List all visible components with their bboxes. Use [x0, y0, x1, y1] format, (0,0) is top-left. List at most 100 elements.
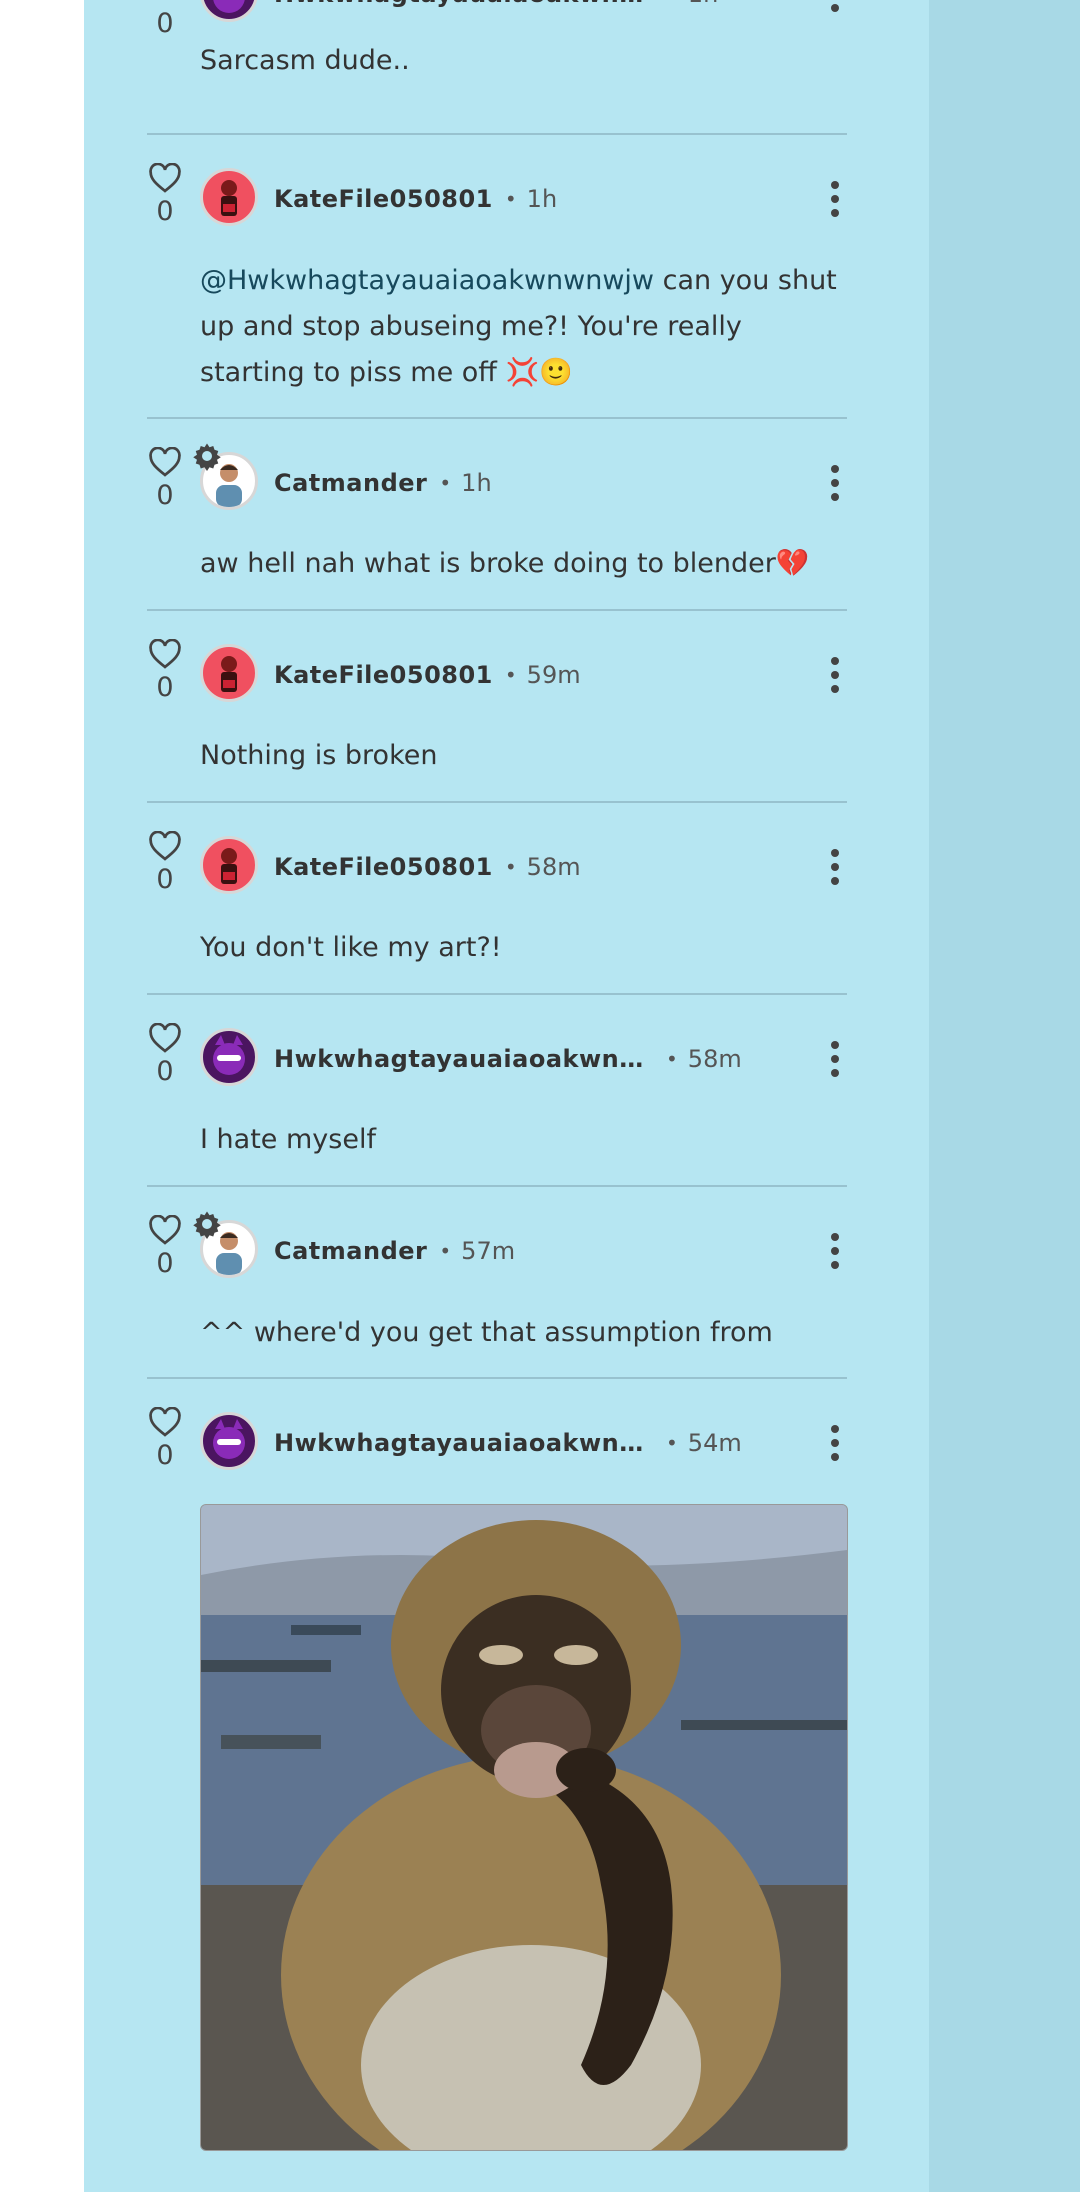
comment-item: 0 Catmander • 1h aw hell nah what is bro…	[147, 443, 847, 607]
divider	[147, 1377, 847, 1379]
like-count: 0	[156, 480, 174, 511]
comment-text: @Hwkwhagtayauaiaoakwnwnwjw can you shut …	[200, 258, 847, 396]
separator-dot: •	[439, 1239, 452, 1263]
comment-meta: Hwkwhagtayauaiaoakwnwnwjw • 1h	[274, 0, 718, 14]
separator-dot: •	[666, 1047, 678, 1071]
timestamp: 54m	[687, 1429, 742, 1457]
timestamp: 58m	[687, 1045, 742, 1073]
comment-meta: Hwkwhagtayauaiaoakwnwnwjw • 58m	[274, 1039, 742, 1079]
mention-link[interactable]: @Hwkwhagtayauaiaoakwnwnwjw	[200, 265, 654, 296]
comment-text: Sarcasm dude..	[200, 45, 410, 76]
more-vertical-icon	[831, 657, 839, 665]
timestamp: 1h	[688, 0, 718, 8]
avatar[interactable]	[200, 1028, 258, 1086]
heart-outline-icon	[149, 1023, 181, 1053]
username[interactable]: KateFile050801	[274, 853, 493, 881]
comment-text: Nothing is broken	[200, 740, 438, 771]
timestamp: 59m	[526, 661, 581, 689]
avatar[interactable]	[200, 1412, 258, 1470]
like-count: 0	[156, 1056, 174, 1087]
comment-item: 0 KateFile050801 • 58m You don't like my…	[147, 831, 847, 991]
timestamp: 1h	[526, 185, 558, 213]
avatar[interactable]	[200, 644, 258, 702]
gear-badge-icon	[193, 443, 221, 471]
username[interactable]: Hwkwhagtayauaiaoakwnwnwjw	[274, 1045, 654, 1073]
right-panel	[929, 0, 1080, 2192]
comment-item: 0 Hwkwhagtayauaiaoakwnwnwjw • 54m	[147, 1407, 848, 2152]
username[interactable]: Catmander	[274, 469, 427, 497]
like-count: 0	[156, 1248, 174, 1279]
more-options-button[interactable]	[823, 1233, 847, 1269]
comment-meta: Catmander • 57m	[274, 1231, 515, 1271]
comment-item: 0 KateFile050801 • 1h @Hwkwhagtayauaiaoa…	[147, 163, 847, 413]
more-options-button[interactable]	[823, 849, 847, 885]
more-vertical-icon	[831, 1233, 839, 1241]
like-count: 0	[156, 196, 174, 227]
heart-outline-icon	[149, 831, 181, 861]
like-button[interactable]: 0	[147, 639, 183, 703]
more-options-button[interactable]	[823, 657, 847, 693]
separator-dot: •	[666, 1431, 678, 1455]
like-button[interactable]: 0	[147, 1215, 183, 1279]
username[interactable]: Hwkwhagtayauaiaoakwnwnwjw	[274, 0, 654, 8]
comment-meta: Hwkwhagtayauaiaoakwnwnwjw • 54m	[274, 1423, 742, 1463]
timestamp: 57m	[461, 1237, 516, 1265]
like-button[interactable]: 0	[147, 831, 183, 895]
divider	[147, 417, 847, 419]
avatar[interactable]	[200, 0, 258, 22]
more-options-button[interactable]	[823, 181, 847, 217]
heart-outline-icon	[149, 1215, 181, 1245]
like-count: 0	[156, 864, 174, 895]
more-options-button[interactable]	[823, 1041, 847, 1077]
username[interactable]: Hwkwhagtayauaiaoakwnwnwjw	[274, 1429, 654, 1457]
more-options-button[interactable]	[823, 0, 847, 12]
comment-meta: KateFile050801 • 58m	[274, 847, 581, 887]
heart-outline-icon	[149, 1407, 181, 1437]
like-count: 0	[156, 672, 174, 703]
attached-gif-monkey[interactable]	[200, 1504, 848, 2151]
username[interactable]: KateFile050801	[274, 661, 493, 689]
like-button[interactable]: 0	[147, 163, 183, 227]
separator-dot: •	[666, 0, 678, 6]
like-button[interactable]: 0	[147, 1407, 183, 1471]
left-gutter	[0, 0, 84, 2192]
comment-text: I hate myself	[200, 1124, 376, 1155]
timestamp: 58m	[526, 853, 581, 881]
divider	[147, 801, 847, 803]
comment-item: 0 Hwkwhagtayauaiaoakwnwnwjw • 58m I hate…	[147, 1023, 847, 1183]
like-button[interactable]: 0	[147, 0, 183, 39]
avatar[interactable]	[200, 836, 258, 894]
separator-dot: •	[504, 187, 517, 211]
heart-outline-icon	[149, 447, 181, 477]
timestamp: 1h	[461, 469, 492, 497]
gear-badge-icon	[193, 1211, 221, 1239]
like-button[interactable]: 0	[147, 447, 183, 511]
more-options-button[interactable]	[823, 1425, 847, 1461]
comment-item: 0 KateFile050801 • 59m Nothing is broken	[147, 639, 847, 799]
separator-dot: •	[504, 855, 517, 879]
more-vertical-icon	[831, 465, 839, 473]
heart-outline-icon	[149, 163, 181, 193]
comment-text: You don't like my art?!	[200, 932, 502, 963]
username[interactable]: KateFile050801	[274, 185, 493, 213]
divider	[147, 133, 847, 135]
more-vertical-icon	[831, 1425, 839, 1433]
comment-item: 0 Catmander • 57m ^^ where'd you get tha…	[147, 1211, 847, 1375]
comment-text: aw hell nah what is broke doing to blend…	[200, 548, 810, 579]
more-vertical-icon	[831, 1041, 839, 1049]
divider	[147, 993, 847, 995]
like-count: 0	[156, 1440, 174, 1471]
comment-meta: KateFile050801 • 1h	[274, 179, 557, 219]
more-options-button[interactable]	[823, 465, 847, 501]
comment-meta: KateFile050801 • 59m	[274, 655, 581, 695]
heart-outline-icon	[149, 639, 181, 669]
like-button[interactable]: 0	[147, 1023, 183, 1087]
more-vertical-icon	[831, 181, 839, 189]
username[interactable]: Catmander	[274, 1237, 427, 1265]
divider	[147, 609, 847, 611]
separator-dot: •	[439, 471, 452, 495]
separator-dot: •	[504, 663, 517, 687]
like-count: 0	[156, 8, 174, 39]
avatar[interactable]	[200, 168, 258, 226]
divider	[147, 1185, 847, 1187]
